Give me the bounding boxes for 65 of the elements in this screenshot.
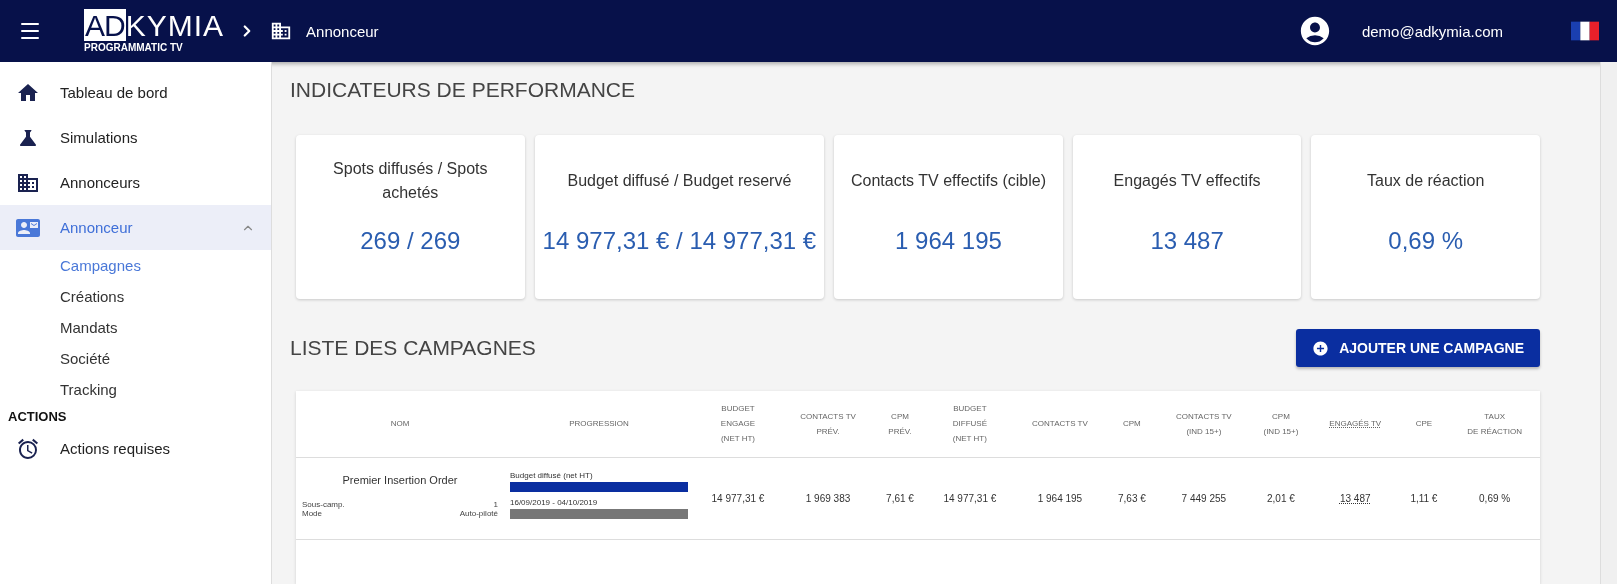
plus-icon bbox=[1312, 339, 1330, 357]
sidebar-item[interactable]: Tableau de bord bbox=[0, 70, 271, 115]
kpi-value: 1 964 195 bbox=[895, 227, 1002, 255]
building-icon bbox=[270, 20, 293, 42]
table-cell: 1 964 195 bbox=[1037, 492, 1083, 504]
sidebar-subitem[interactable]: Société bbox=[0, 343, 271, 374]
detail-value: Auto-piloté bbox=[459, 508, 498, 518]
kpi-label: Spots diffusés / Spots achetés bbox=[332, 159, 489, 203]
kpi-label: Budget diffusé / Budget reservé bbox=[567, 171, 792, 191]
kpi-value: 14 977,31 € / 14 977,31 € bbox=[542, 227, 817, 255]
sidebar-subitem[interactable]: Tracking bbox=[0, 374, 271, 405]
sidebar-item[interactable]: Annonceur bbox=[0, 205, 271, 250]
kpi-label: Taux de réaction bbox=[1367, 171, 1485, 191]
logo-tagline: PROGRAMMATIC TV bbox=[84, 43, 184, 53]
table-cell: 7,61 € bbox=[886, 492, 914, 504]
sidebar-subitem[interactable]: Créations bbox=[0, 281, 271, 312]
kpi-value: 13 487 bbox=[1150, 227, 1224, 255]
column-header[interactable]: CPM (IND 15+) bbox=[1263, 408, 1299, 439]
sidebar-item[interactable]: Simulations bbox=[0, 115, 271, 160]
table-cell: 1 969 383 bbox=[805, 492, 851, 504]
column-header[interactable]: NOM bbox=[390, 416, 410, 432]
progress-label: Budget diffusé (net HT) bbox=[510, 471, 594, 481]
column-header[interactable]: CONTACTS TV (IND 15+) bbox=[1176, 408, 1232, 439]
sidebar-subitem[interactable]: Campagnes bbox=[0, 250, 271, 281]
logo-name: KYMIA bbox=[125, 9, 225, 41]
detail-label: Mode bbox=[302, 508, 322, 518]
flag-icon[interactable] bbox=[1571, 21, 1599, 41]
table-cell: 7,63 € bbox=[1118, 492, 1146, 504]
table-cell: 14 977,31 € bbox=[711, 492, 765, 504]
column-header[interactable]: CPM bbox=[1123, 416, 1141, 432]
logo-mark: AD bbox=[84, 9, 126, 41]
section-heading: ACTIONS bbox=[7, 408, 68, 426]
column-header[interactable]: PROGRESSION bbox=[569, 416, 629, 432]
table-cell: 1,11 € bbox=[1410, 492, 1438, 504]
table-cell: 7 449 255 bbox=[1181, 492, 1227, 504]
column-header[interactable]: BUDGET ENGAGE (NET HT) bbox=[720, 401, 756, 447]
column-header[interactable]: CPE bbox=[1415, 416, 1433, 432]
add-campaign-button[interactable]: AJOUTER UNE CAMPAGNE bbox=[1296, 329, 1540, 367]
column-header[interactable]: CPM PRÉV. bbox=[888, 408, 912, 439]
kpi-label: Contacts TV effectifs (cible) bbox=[850, 171, 1046, 191]
column-header[interactable]: ENGAGÉS TV bbox=[1329, 416, 1382, 432]
progress-label: 16/09/2019 - 04/10/2019 bbox=[510, 498, 599, 508]
detail-value: 1 bbox=[493, 499, 498, 509]
sidebar-icon bbox=[16, 436, 40, 461]
table-cell: 13 487 bbox=[1339, 492, 1371, 504]
user-email[interactable]: demo@adkymia.com bbox=[1361, 22, 1503, 40]
table-cell: 2,01 € bbox=[1267, 492, 1295, 504]
sidebar-item[interactable]: Actions requises bbox=[0, 426, 271, 471]
table-cell: 14 977,31 € bbox=[943, 492, 997, 504]
column-header[interactable]: TAUX DE RÉACTION bbox=[1467, 408, 1522, 439]
section-title: INDICATEURS DE PERFORMANCE bbox=[290, 78, 636, 102]
kpi-value: 0,69 % bbox=[1388, 227, 1464, 255]
column-header[interactable]: BUDGET DIFFUSÉ (NET HT) bbox=[952, 401, 987, 447]
kpi-label: Engagés TV effectifs bbox=[1113, 171, 1261, 191]
sidebar-subitem[interactable]: Mandats bbox=[0, 312, 271, 343]
column-header[interactable]: CONTACTS TV bbox=[1032, 416, 1088, 432]
sidebar-item[interactable]: Annonceurs bbox=[0, 160, 271, 205]
breadcrumb[interactable]: Annonceur bbox=[306, 22, 379, 40]
section-title: LISTE DES CAMPAGNES bbox=[290, 336, 536, 360]
scrollbar[interactable] bbox=[1600, 62, 1617, 584]
campaign-name[interactable]: Premier Insertion Order bbox=[302, 473, 498, 486]
table-cell: 0,69 % bbox=[1479, 492, 1511, 504]
detail-label: Sous-camp. bbox=[302, 499, 345, 509]
kpi-value: 269 / 269 bbox=[360, 227, 461, 255]
column-header[interactable]: CONTACTS TV PRÉV. bbox=[800, 408, 856, 439]
